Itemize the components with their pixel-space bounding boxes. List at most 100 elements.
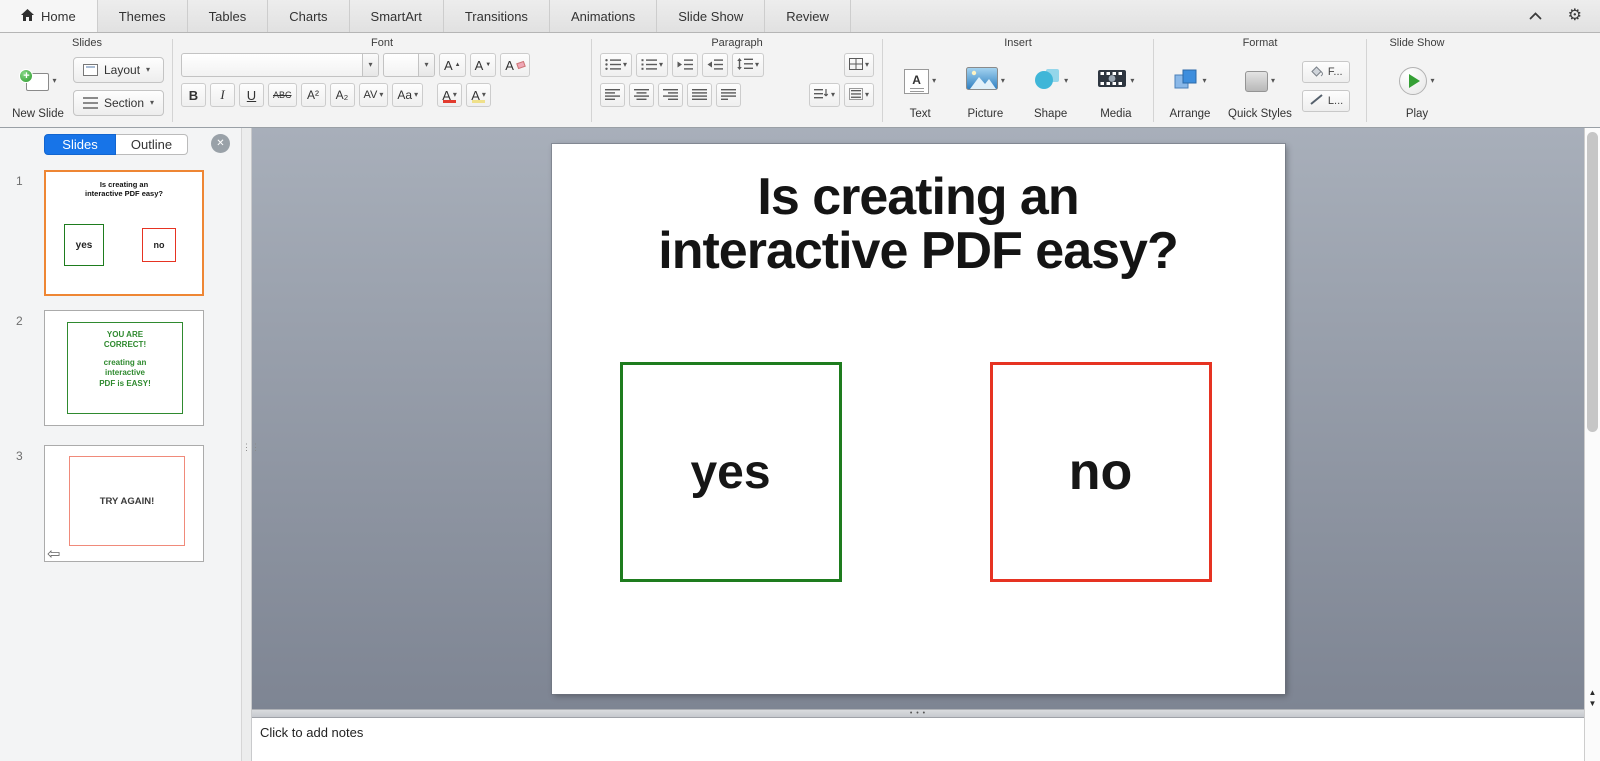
notes-splitter[interactable]: • • •	[252, 709, 1584, 718]
text-direction-button[interactable]: ▾	[808, 83, 840, 107]
slide-thumbnail-2[interactable]: YOU ARE CORRECT! creating an interactive…	[44, 310, 204, 426]
new-slide-icon: +	[19, 68, 50, 93]
strikethrough-button[interactable]: ABC	[268, 83, 297, 107]
insert-media-button[interactable]: ▾ Media	[1088, 51, 1144, 122]
insert-shape-button[interactable]: ▾ Shape	[1023, 51, 1079, 122]
grow-font-button[interactable]: A ▲	[439, 53, 466, 77]
next-slide-button[interactable]: ▼	[1585, 698, 1600, 709]
tab-label: Themes	[118, 8, 166, 24]
numbering-button[interactable]: ▾	[636, 53, 669, 77]
subscript-button[interactable]: A₂	[329, 83, 355, 107]
increase-indent-button[interactable]	[702, 53, 729, 77]
tab-review[interactable]: Review	[765, 0, 851, 32]
italic-button[interactable]: I	[210, 83, 235, 107]
slide-thumbnail-1[interactable]: Is creating an interactive PDF easy? yes…	[44, 170, 204, 296]
play-button[interactable]: ▾ Play	[1389, 51, 1445, 122]
slide-number: 1	[16, 174, 23, 188]
tabbar-right-controls: ⚙	[1529, 0, 1600, 32]
slide-nav-arrows: ▲ ▼	[1585, 687, 1600, 709]
distribute-text-icon	[721, 88, 736, 103]
shrink-font-button[interactable]: A ▼	[469, 53, 497, 77]
collapse-ribbon-icon[interactable]	[1529, 7, 1542, 25]
font-color-button[interactable]: A ▾	[437, 83, 463, 107]
layout-button[interactable]: Layout ▾	[73, 57, 165, 83]
change-case-button[interactable]: Aa ▾	[392, 83, 424, 107]
bullets-button[interactable]: ▾	[600, 53, 633, 77]
tab-themes[interactable]: Themes	[98, 0, 188, 32]
home-icon	[21, 8, 34, 24]
tab-tables[interactable]: Tables	[188, 0, 269, 32]
thumb-text-line: CORRECT!	[103, 340, 147, 350]
align-text-button[interactable]: ▾	[843, 83, 874, 107]
sidebar-tab-outline[interactable]: Outline	[116, 134, 188, 155]
insert-text-button[interactable]: A ▾ Text	[892, 51, 948, 122]
slide-canvas[interactable]: Is creating an interactive PDF easy? yes…	[551, 144, 1285, 694]
align-left-button[interactable]	[600, 83, 625, 107]
insert-picture-button[interactable]: ▾ Picture	[957, 51, 1013, 122]
tab-animations[interactable]: Animations	[550, 0, 658, 32]
slide-number: 2	[16, 314, 23, 328]
slide-title[interactable]: Is creating an interactive PDF easy?	[552, 170, 1285, 278]
change-case-dropdown-icon: ▾	[414, 90, 419, 99]
group-label-paragraph: Paragraph	[711, 37, 763, 49]
slide-canvas-area[interactable]: Is creating an interactive PDF easy? yes…	[252, 128, 1584, 709]
layout-dropdown-icon: ▾	[146, 65, 151, 74]
yes-answer-box[interactable]: yes	[619, 362, 842, 582]
triangle-up-icon: ▲	[454, 62, 461, 68]
slide-thumbnail-3[interactable]: TRY AGAIN! ⇦	[44, 445, 204, 563]
vertical-scrollbar[interactable]: ▲ ▼	[1584, 128, 1600, 761]
shape-line-button[interactable]: L...	[1301, 90, 1351, 112]
tab-home[interactable]: Home	[0, 0, 98, 32]
previous-slide-button[interactable]: ▲	[1585, 687, 1600, 698]
font-size-dropdown-icon: ▾	[424, 60, 429, 69]
thumb-title-line1: Is creating an	[99, 180, 149, 189]
bold-button[interactable]: B	[181, 83, 206, 107]
highlight-color-button[interactable]: A ▾	[466, 83, 492, 107]
arrange-label: Arrange	[1169, 108, 1211, 120]
tab-smartart[interactable]: SmartArt	[350, 0, 444, 32]
align-right-button[interactable]	[658, 83, 683, 107]
columns-button[interactable]: ▾	[843, 53, 874, 77]
yes-label: yes	[690, 445, 771, 499]
scrollbar-thumb[interactable]	[1587, 132, 1598, 432]
font-name-combo[interactable]: ▾	[181, 53, 379, 77]
clear-formatting-button[interactable]: A	[500, 53, 530, 77]
justify-button[interactable]	[687, 83, 712, 107]
columns-grid-icon	[848, 57, 863, 73]
thumb-no-label: no	[153, 240, 165, 250]
sidebar-tab-slides[interactable]: Slides	[44, 134, 116, 155]
outline-tab-label: Outline	[130, 137, 173, 152]
panel-splitter[interactable]: ⋮⋮	[242, 128, 260, 761]
close-panel-button[interactable]: ✕	[211, 134, 230, 153]
line-spacing-button[interactable]: ▾	[732, 53, 765, 77]
ribbon-tab-bar: Home Themes Tables Charts SmartArt Trans…	[0, 0, 1600, 33]
superscript-button[interactable]: A²	[300, 83, 326, 107]
arrange-button[interactable]: ▾ Arrange	[1162, 51, 1218, 122]
tab-label: Tables	[208, 8, 247, 24]
layout-label: Layout	[104, 63, 141, 77]
quick-styles-button[interactable]: ▾ Quick Styles	[1225, 51, 1295, 122]
section-button[interactable]: Section ▾	[73, 90, 165, 116]
shape-fill-button[interactable]: F...	[1301, 61, 1351, 83]
font-size-combo[interactable]: ▾	[383, 53, 435, 77]
new-slide-button[interactable]: + ▾ New Slide	[10, 51, 66, 122]
tab-slide-show[interactable]: Slide Show	[657, 0, 766, 32]
shape-icon	[1033, 67, 1061, 95]
distribute-text-button[interactable]	[716, 83, 741, 107]
insert-picture-dropdown-icon: ▾	[1000, 76, 1005, 85]
tab-label: Transitions	[464, 8, 528, 24]
underline-button[interactable]: U	[239, 83, 264, 107]
line-spacing-icon	[737, 57, 754, 73]
no-answer-box[interactable]: no	[989, 362, 1212, 582]
decrease-indent-button[interactable]	[672, 53, 699, 77]
align-center-button[interactable]	[629, 83, 654, 107]
bullets-dropdown-icon: ▾	[623, 60, 628, 69]
notes-pane[interactable]: Click to add notes	[252, 718, 1584, 761]
settings-gear-icon[interactable]: ⚙	[1568, 8, 1582, 24]
sidebar-view-tabs: Slides Outline	[44, 134, 188, 155]
new-slide-dropdown-icon[interactable]: ▾	[52, 77, 56, 85]
tab-charts[interactable]: Charts	[268, 0, 350, 32]
group-label-font: Font	[370, 37, 393, 49]
tab-transitions[interactable]: Transitions	[444, 0, 550, 32]
character-spacing-button[interactable]: AV ▾	[358, 83, 389, 107]
